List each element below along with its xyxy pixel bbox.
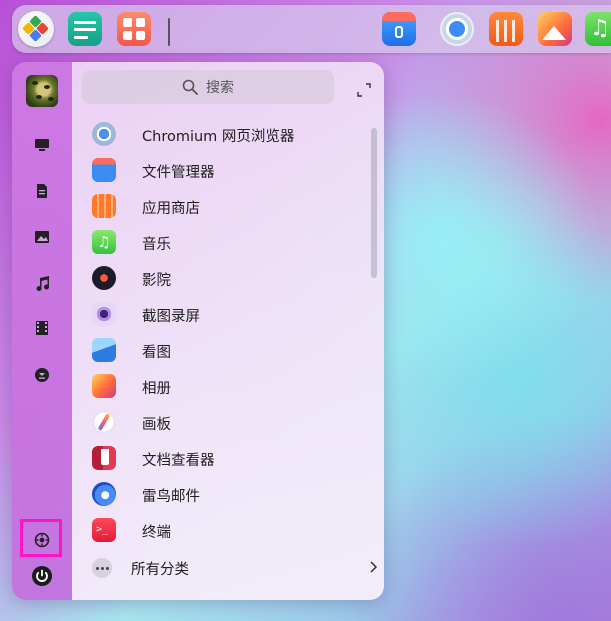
- avatar[interactable]: [26, 75, 58, 107]
- music-icon[interactable]: ♫: [585, 12, 611, 46]
- music-icon: ♫: [92, 230, 116, 254]
- dock-separator: [168, 18, 170, 46]
- all-categories-button[interactable]: 所有分类: [72, 550, 384, 586]
- movie-icon: [92, 266, 116, 290]
- sidebar-videos-icon[interactable]: [31, 317, 53, 339]
- draw-icon: [92, 410, 116, 434]
- fullscreen-icon[interactable]: [356, 82, 372, 98]
- app-grid-icon[interactable]: [117, 12, 151, 46]
- all-categories-label: 所有分类: [131, 562, 189, 578]
- sidebar-downloads-icon[interactable]: [31, 364, 53, 386]
- app-item-terminal[interactable]: >_ 终端: [72, 512, 372, 548]
- image-viewer-icon[interactable]: [538, 12, 572, 46]
- app-list: Chromium 网页浏览器 文件管理器 应用商店 ♫ 音乐 影院 截图录屏 看…: [72, 116, 372, 548]
- app-label: 文档查看器: [142, 453, 215, 469]
- chromium-icon: [92, 122, 116, 146]
- top-dock: ♫: [12, 5, 611, 53]
- app-item-document-viewer[interactable]: 文档查看器: [72, 440, 372, 476]
- app-item-album[interactable]: 相册: [72, 368, 372, 404]
- app-item-mail[interactable]: 雷鸟邮件: [72, 476, 372, 512]
- app-label: Chromium 网页浏览器: [142, 129, 295, 145]
- chevron-right-icon: [370, 561, 378, 573]
- app-item-movie[interactable]: 影院: [72, 260, 372, 296]
- file-manager-icon[interactable]: [382, 12, 416, 46]
- search-input[interactable]: 搜索: [82, 70, 334, 104]
- sidebar-settings-icon[interactable]: [31, 529, 53, 551]
- app-store-icon: [92, 194, 116, 218]
- document-viewer-icon: [92, 446, 116, 470]
- sidebar-music-icon[interactable]: [31, 272, 53, 294]
- screenshot-icon: [92, 302, 116, 326]
- app-label: 看图: [142, 345, 171, 361]
- search-icon: [182, 79, 198, 95]
- album-icon: [92, 374, 116, 398]
- app-label: 雷鸟邮件: [142, 489, 200, 505]
- file-manager-icon: [92, 158, 116, 182]
- launcher-main: 搜索 Chromium 网页浏览器 文件管理器 应用商店 ♫ 音乐 影院 截图录…: [72, 62, 384, 600]
- launcher-sidebar: [12, 62, 72, 600]
- sidebar-desktop-icon[interactable]: [31, 134, 53, 156]
- app-item-draw[interactable]: 画板: [72, 404, 372, 440]
- more-icon: [92, 558, 112, 578]
- app-label: 文件管理器: [142, 165, 215, 181]
- app-label: 画板: [142, 417, 171, 433]
- launcher-panel: 搜索 Chromium 网页浏览器 文件管理器 应用商店 ♫ 音乐 影院 截图录…: [12, 62, 384, 600]
- search-placeholder: 搜索: [206, 80, 234, 96]
- app-store-icon[interactable]: [489, 12, 523, 46]
- launcher-icon[interactable]: [18, 11, 54, 47]
- app-label: 音乐: [142, 237, 171, 253]
- image-viewer-icon: [92, 338, 116, 362]
- app-item-chromium[interactable]: Chromium 网页浏览器: [72, 116, 372, 152]
- mail-icon: [92, 482, 116, 506]
- terminal-icon: >_: [92, 518, 116, 542]
- app-label: 影院: [142, 273, 171, 289]
- app-label: 截图录屏: [142, 309, 200, 325]
- chromium-icon[interactable]: [440, 12, 474, 46]
- app-item-music[interactable]: ♫ 音乐: [72, 224, 372, 260]
- app-item-screenshot[interactable]: 截图录屏: [72, 296, 372, 332]
- system-monitor-icon[interactable]: [68, 12, 102, 46]
- app-label: 相册: [142, 381, 171, 397]
- sidebar-power-icon[interactable]: [30, 564, 54, 588]
- app-label: 应用商店: [142, 201, 200, 217]
- app-label: 终端: [142, 525, 171, 541]
- app-item-image-viewer[interactable]: 看图: [72, 332, 372, 368]
- app-item-file-manager[interactable]: 文件管理器: [72, 152, 372, 188]
- sidebar-documents-icon[interactable]: [31, 180, 53, 202]
- app-item-app-store[interactable]: 应用商店: [72, 188, 372, 224]
- sidebar-pictures-icon[interactable]: [31, 226, 53, 248]
